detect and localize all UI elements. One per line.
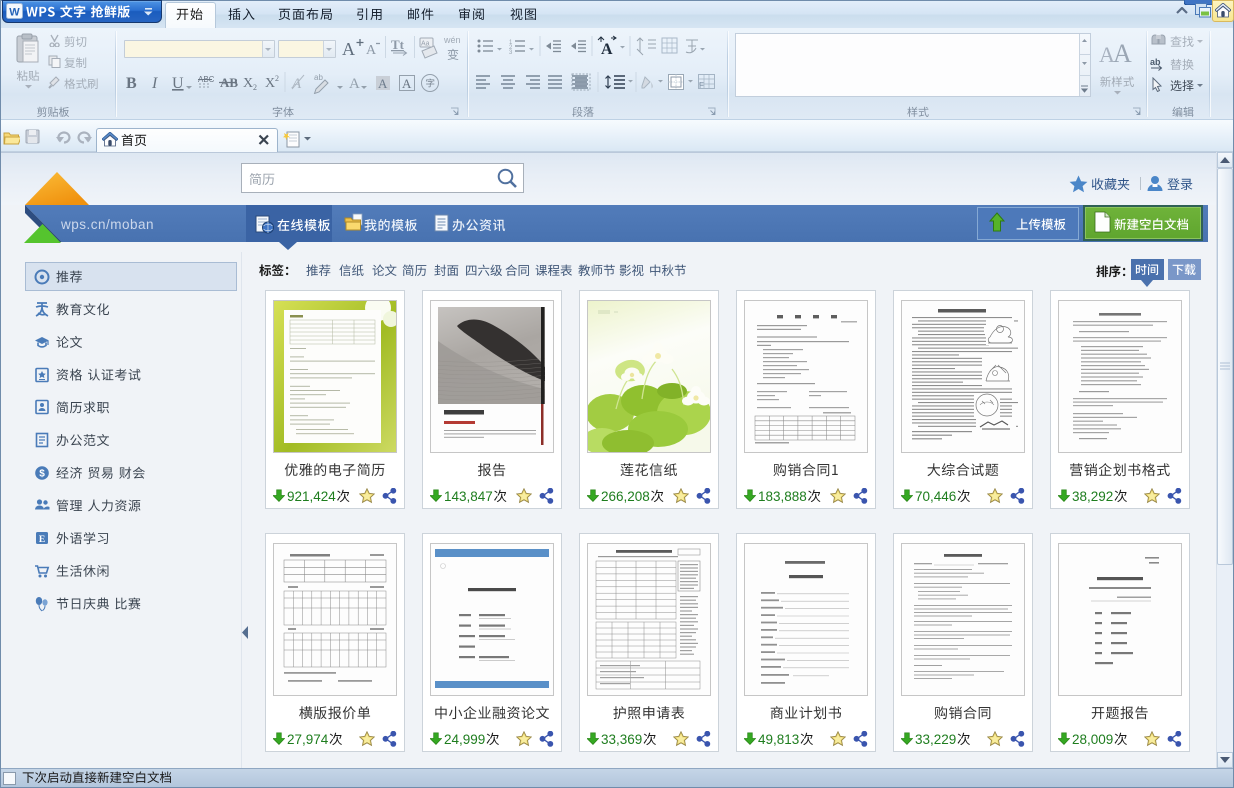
svg-text:ab: ab: [1150, 57, 1161, 67]
svg-text:A: A: [1113, 39, 1132, 68]
svg-text:E: E: [39, 535, 45, 545]
svg-text:F: F: [699, 81, 704, 90]
svg-text:$: $: [39, 468, 45, 479]
